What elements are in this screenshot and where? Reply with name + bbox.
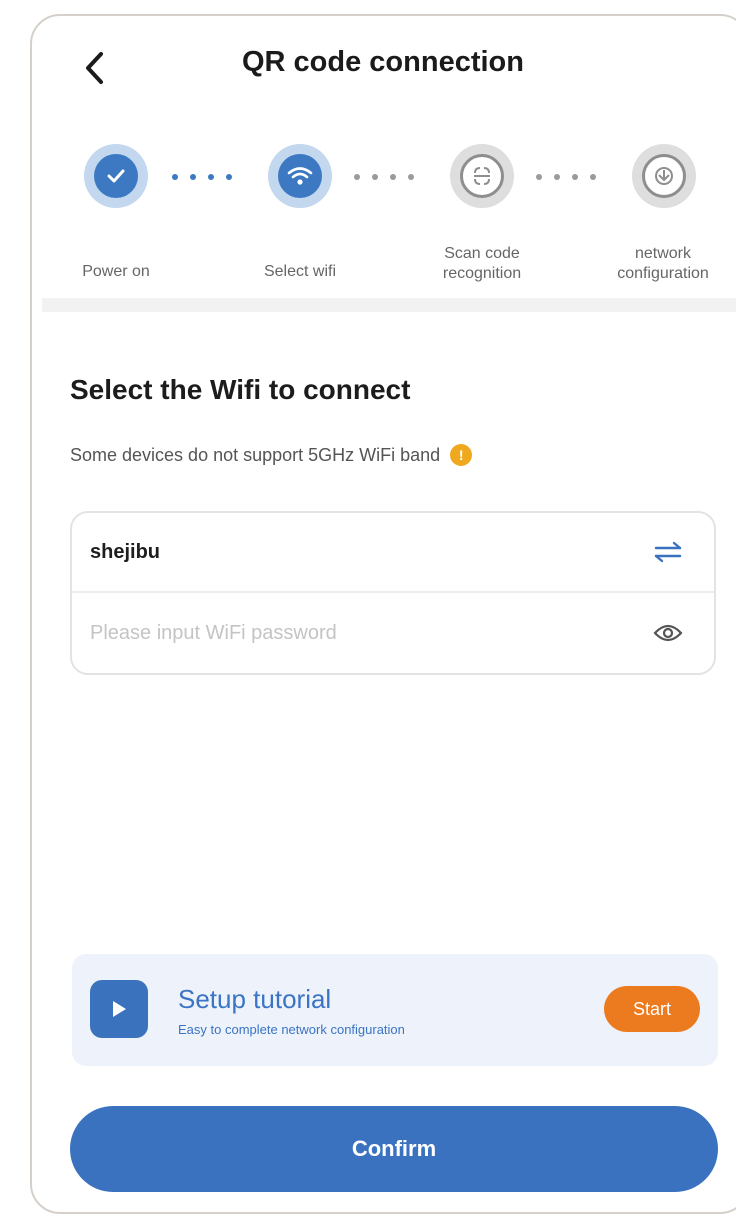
- step-scan-code: [450, 144, 514, 208]
- band-note: Some devices do not support 5GHz WiFi ba…: [70, 444, 473, 466]
- step-label: Power on: [82, 263, 150, 280]
- play-icon: [90, 980, 148, 1038]
- wifi-form: shejibu: [70, 511, 716, 675]
- page-title: QR code connection: [242, 46, 524, 78]
- header: QR code connection: [32, 16, 736, 116]
- swap-arrows-icon: [654, 541, 682, 563]
- setup-tutorial-banner[interactable]: Setup tutorial Easy to complete network …: [72, 954, 718, 1066]
- eye-icon: [653, 624, 683, 642]
- step-label: Select wifi: [263, 263, 337, 280]
- step-label: Scan code recognition: [442, 245, 522, 282]
- info-icon[interactable]: !: [450, 444, 473, 466]
- wifi-ssid: shejibu: [90, 540, 161, 563]
- switch-network-button[interactable]: [650, 534, 686, 570]
- check-icon: [107, 169, 125, 183]
- section-title: Select the Wifi to connect: [70, 374, 411, 405]
- wifi-password-row: [72, 593, 714, 673]
- step-labels: Power on Select wifi Scan code recogniti…: [32, 244, 736, 304]
- step-power-on: [84, 144, 148, 208]
- scan-icon: [474, 167, 490, 185]
- step-label: network configuration: [617, 245, 709, 282]
- step-connector: [172, 174, 232, 180]
- progress-stepper: [32, 134, 736, 224]
- step-connector: [354, 174, 414, 180]
- start-tutorial-button[interactable]: Start: [604, 986, 700, 1032]
- band-note-text: Some devices do not support 5GHz WiFi ba…: [70, 444, 441, 465]
- wifi-icon: [287, 167, 313, 185]
- section-divider: [42, 298, 736, 312]
- tutorial-title: Setup tutorial: [178, 984, 332, 1014]
- step-network-configuration: [632, 144, 696, 208]
- wifi-ssid-row[interactable]: shejibu: [72, 513, 714, 593]
- network-icon: [655, 167, 673, 185]
- step-connector: [536, 174, 596, 180]
- phone-frame: QR code connection Power on Select wifi …: [30, 14, 736, 1214]
- wifi-password-input[interactable]: [90, 621, 570, 645]
- tutorial-subtitle: Easy to complete network configuration: [178, 1022, 405, 1037]
- toggle-password-visibility[interactable]: [650, 615, 686, 651]
- step-select-wifi: [268, 144, 332, 208]
- confirm-button[interactable]: Confirm: [70, 1106, 718, 1192]
